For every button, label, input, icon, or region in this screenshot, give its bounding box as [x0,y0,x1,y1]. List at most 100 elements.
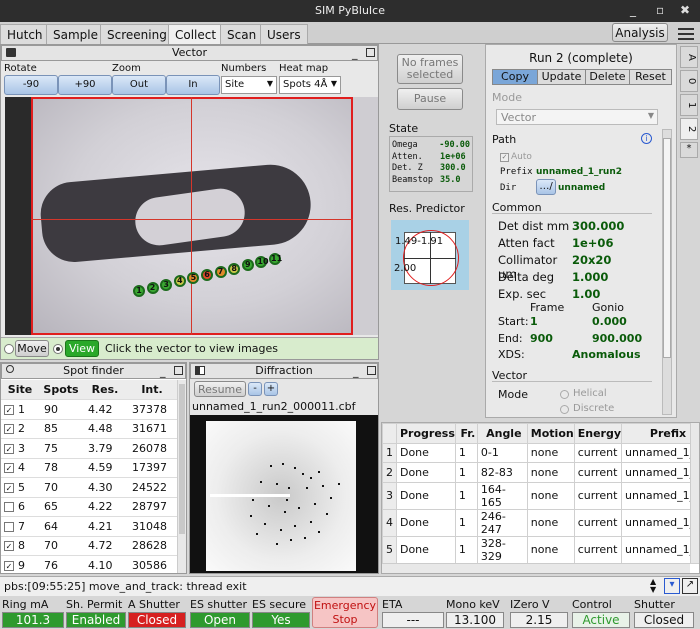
side-tab-0[interactable]: 0 [680,70,698,92]
table-row[interactable]: 7 64 4.21 31048 [1,516,177,537]
site-checkbox[interactable]: ✓ [4,482,14,493]
site-checkbox[interactable]: ✓ [4,404,14,415]
common-value[interactable]: 1e+06 [572,236,613,253]
table-row[interactable]: ✓ 5 70 4.30 24522 [1,477,177,498]
dir-browse-button[interactable]: …/ [536,179,556,195]
sample-camera-view[interactable]: 1 2 3 4 5 6 7 8 9 10 11 [5,97,378,335]
heatmap-select[interactable]: Spots 4Å ▼ [279,76,341,94]
float-panel-icon[interactable] [174,366,183,375]
rotate-minus-button[interactable]: -90 [4,75,58,95]
table-row[interactable]: 6 65 4.22 28797 [1,497,177,517]
site-checkbox[interactable]: ✓ [4,424,14,435]
col-prefix[interactable]: Prefix [621,423,699,444]
vector-spot[interactable]: 8 [228,262,241,275]
table-row[interactable]: 1 Done 1 0-1 none current unnamed_1_ru [382,442,699,463]
col-progress[interactable]: Progress [395,423,456,444]
spot-finder-scrollbar[interactable] [177,380,186,573]
zoom-out-button[interactable]: Out [112,75,166,95]
vector-spot[interactable]: 11 [269,253,282,265]
vector-spot[interactable]: 7 [214,265,227,278]
mode-select[interactable]: Vector ▼ [496,109,658,125]
table-row[interactable]: ✓ 9 76 4.10 30586 [1,555,177,573]
zoom-plus-button[interactable]: + [264,382,278,396]
col-energy[interactable]: Energy [573,423,623,444]
pause-button[interactable]: Pause [397,88,463,110]
table-row[interactable]: 4 Done 1 246-247 none current unnamed_1_ru [382,508,699,537]
tab-hutch[interactable]: Hutch [0,24,50,44]
col-motion[interactable]: Motion [526,423,575,444]
move-radio[interactable] [4,344,14,354]
site-checkbox[interactable] [4,521,14,532]
emergency-stop-button[interactable]: Emergency Stop [312,597,378,628]
table-row[interactable]: ✓ 2 85 4.48 31671 [1,419,177,439]
diffraction-image[interactable] [190,415,378,573]
site-checkbox[interactable]: ✓ [4,560,14,571]
minimize-panel-icon[interactable]: _ [352,47,358,60]
close-icon[interactable]: ✖ [680,3,690,17]
discrete-radio[interactable] [560,405,569,414]
status-vscrollbar[interactable] [690,423,699,563]
side-tab-a[interactable]: A [680,46,698,68]
table-row[interactable]: 3 Done 1 164-165 none current unnamed_1_ru [382,481,699,510]
common-value[interactable]: 20x20 [572,253,611,270]
minimize-panel-icon[interactable]: _ [353,365,359,378]
table-row[interactable]: 2 Done 1 82-83 none current unnamed_1_ru [382,462,699,483]
table-row[interactable]: ✓ 3 75 3.79 26078 [1,438,177,459]
tab-scan[interactable]: Scan [220,24,264,44]
tab-users[interactable]: Users [260,24,308,44]
vector-spot[interactable]: 1 [133,285,145,297]
table-row[interactable]: ✓ 1 90 4.42 37378 [1,399,177,420]
zoom-in-button[interactable]: In [166,75,220,95]
side-tab-1[interactable]: 1 [680,94,698,116]
spot-finder-scrollbar-thumb[interactable] [179,384,185,534]
status-hscrollbar[interactable] [382,563,690,573]
vector-spot[interactable]: 2 [146,281,159,294]
reset-button[interactable]: Reset [629,70,671,84]
maximize-icon[interactable]: ▫ [656,3,664,17]
run-scrollbar[interactable] [662,129,672,415]
col-fr[interactable]: Fr. [454,423,478,444]
float-panel-icon[interactable] [366,48,375,57]
table-row[interactable]: ✓ 8 70 4.72 28628 [1,536,177,556]
col-res[interactable]: Res. [83,380,127,400]
site-checkbox[interactable]: ✓ [4,541,14,552]
zoom-minus-button[interactable]: - [248,382,262,396]
tab-sample[interactable]: Sample [46,24,105,44]
site-checkbox[interactable] [4,502,14,513]
rotate-plus-button[interactable]: +90 [58,75,112,95]
vector-spot[interactable]: 3 [160,278,173,291]
auto-checkbox[interactable]: ✓ [500,153,509,162]
delete-button[interactable]: Delete [585,70,629,84]
resume-button[interactable]: Resume [194,381,246,397]
col-angle[interactable]: Angle [476,423,528,444]
table-row[interactable]: ✓ 4 78 4.59 17397 [1,458,177,478]
tab-collect[interactable]: Collect [168,24,224,44]
external-link-icon[interactable]: ↗ [682,578,698,594]
log-scroll-arrows[interactable]: ▲ ▼ [650,578,656,594]
info-icon[interactable]: i [641,133,652,144]
common-value[interactable]: 1.000 [572,270,608,287]
view-button[interactable]: View [65,340,99,357]
tab-screening[interactable]: Screening [100,24,174,44]
no-frames-button[interactable]: No frames selected [397,54,463,84]
site-checkbox[interactable]: ✓ [4,463,14,474]
side-tab-2[interactable]: 2 [680,118,698,140]
float-panel-icon[interactable] [367,366,376,375]
numbers-select[interactable]: Site ▼ [221,76,277,94]
view-radio[interactable] [53,344,63,354]
menu-icon[interactable] [676,25,696,41]
col-spots[interactable]: Spots [39,380,83,400]
side-tab-star[interactable]: * [680,142,698,158]
run-scrollbar-thumb[interactable] [663,138,671,358]
vector-spot[interactable]: 6 [201,269,213,281]
update-button[interactable]: Update [537,70,585,84]
analysis-button[interactable]: Analysis [612,23,668,42]
col-int[interactable]: Int. [127,380,177,400]
move-button[interactable]: Move [15,340,49,357]
minimize-icon[interactable]: _ [630,3,636,17]
site-checkbox[interactable]: ✓ [4,443,14,454]
table-row[interactable]: 5 Done 1 328-329 none current unnamed_1_ru [382,535,699,564]
helical-radio[interactable] [560,390,569,399]
common-value[interactable]: 300.000 [572,219,624,236]
minimize-panel-icon[interactable]: _ [160,365,166,378]
